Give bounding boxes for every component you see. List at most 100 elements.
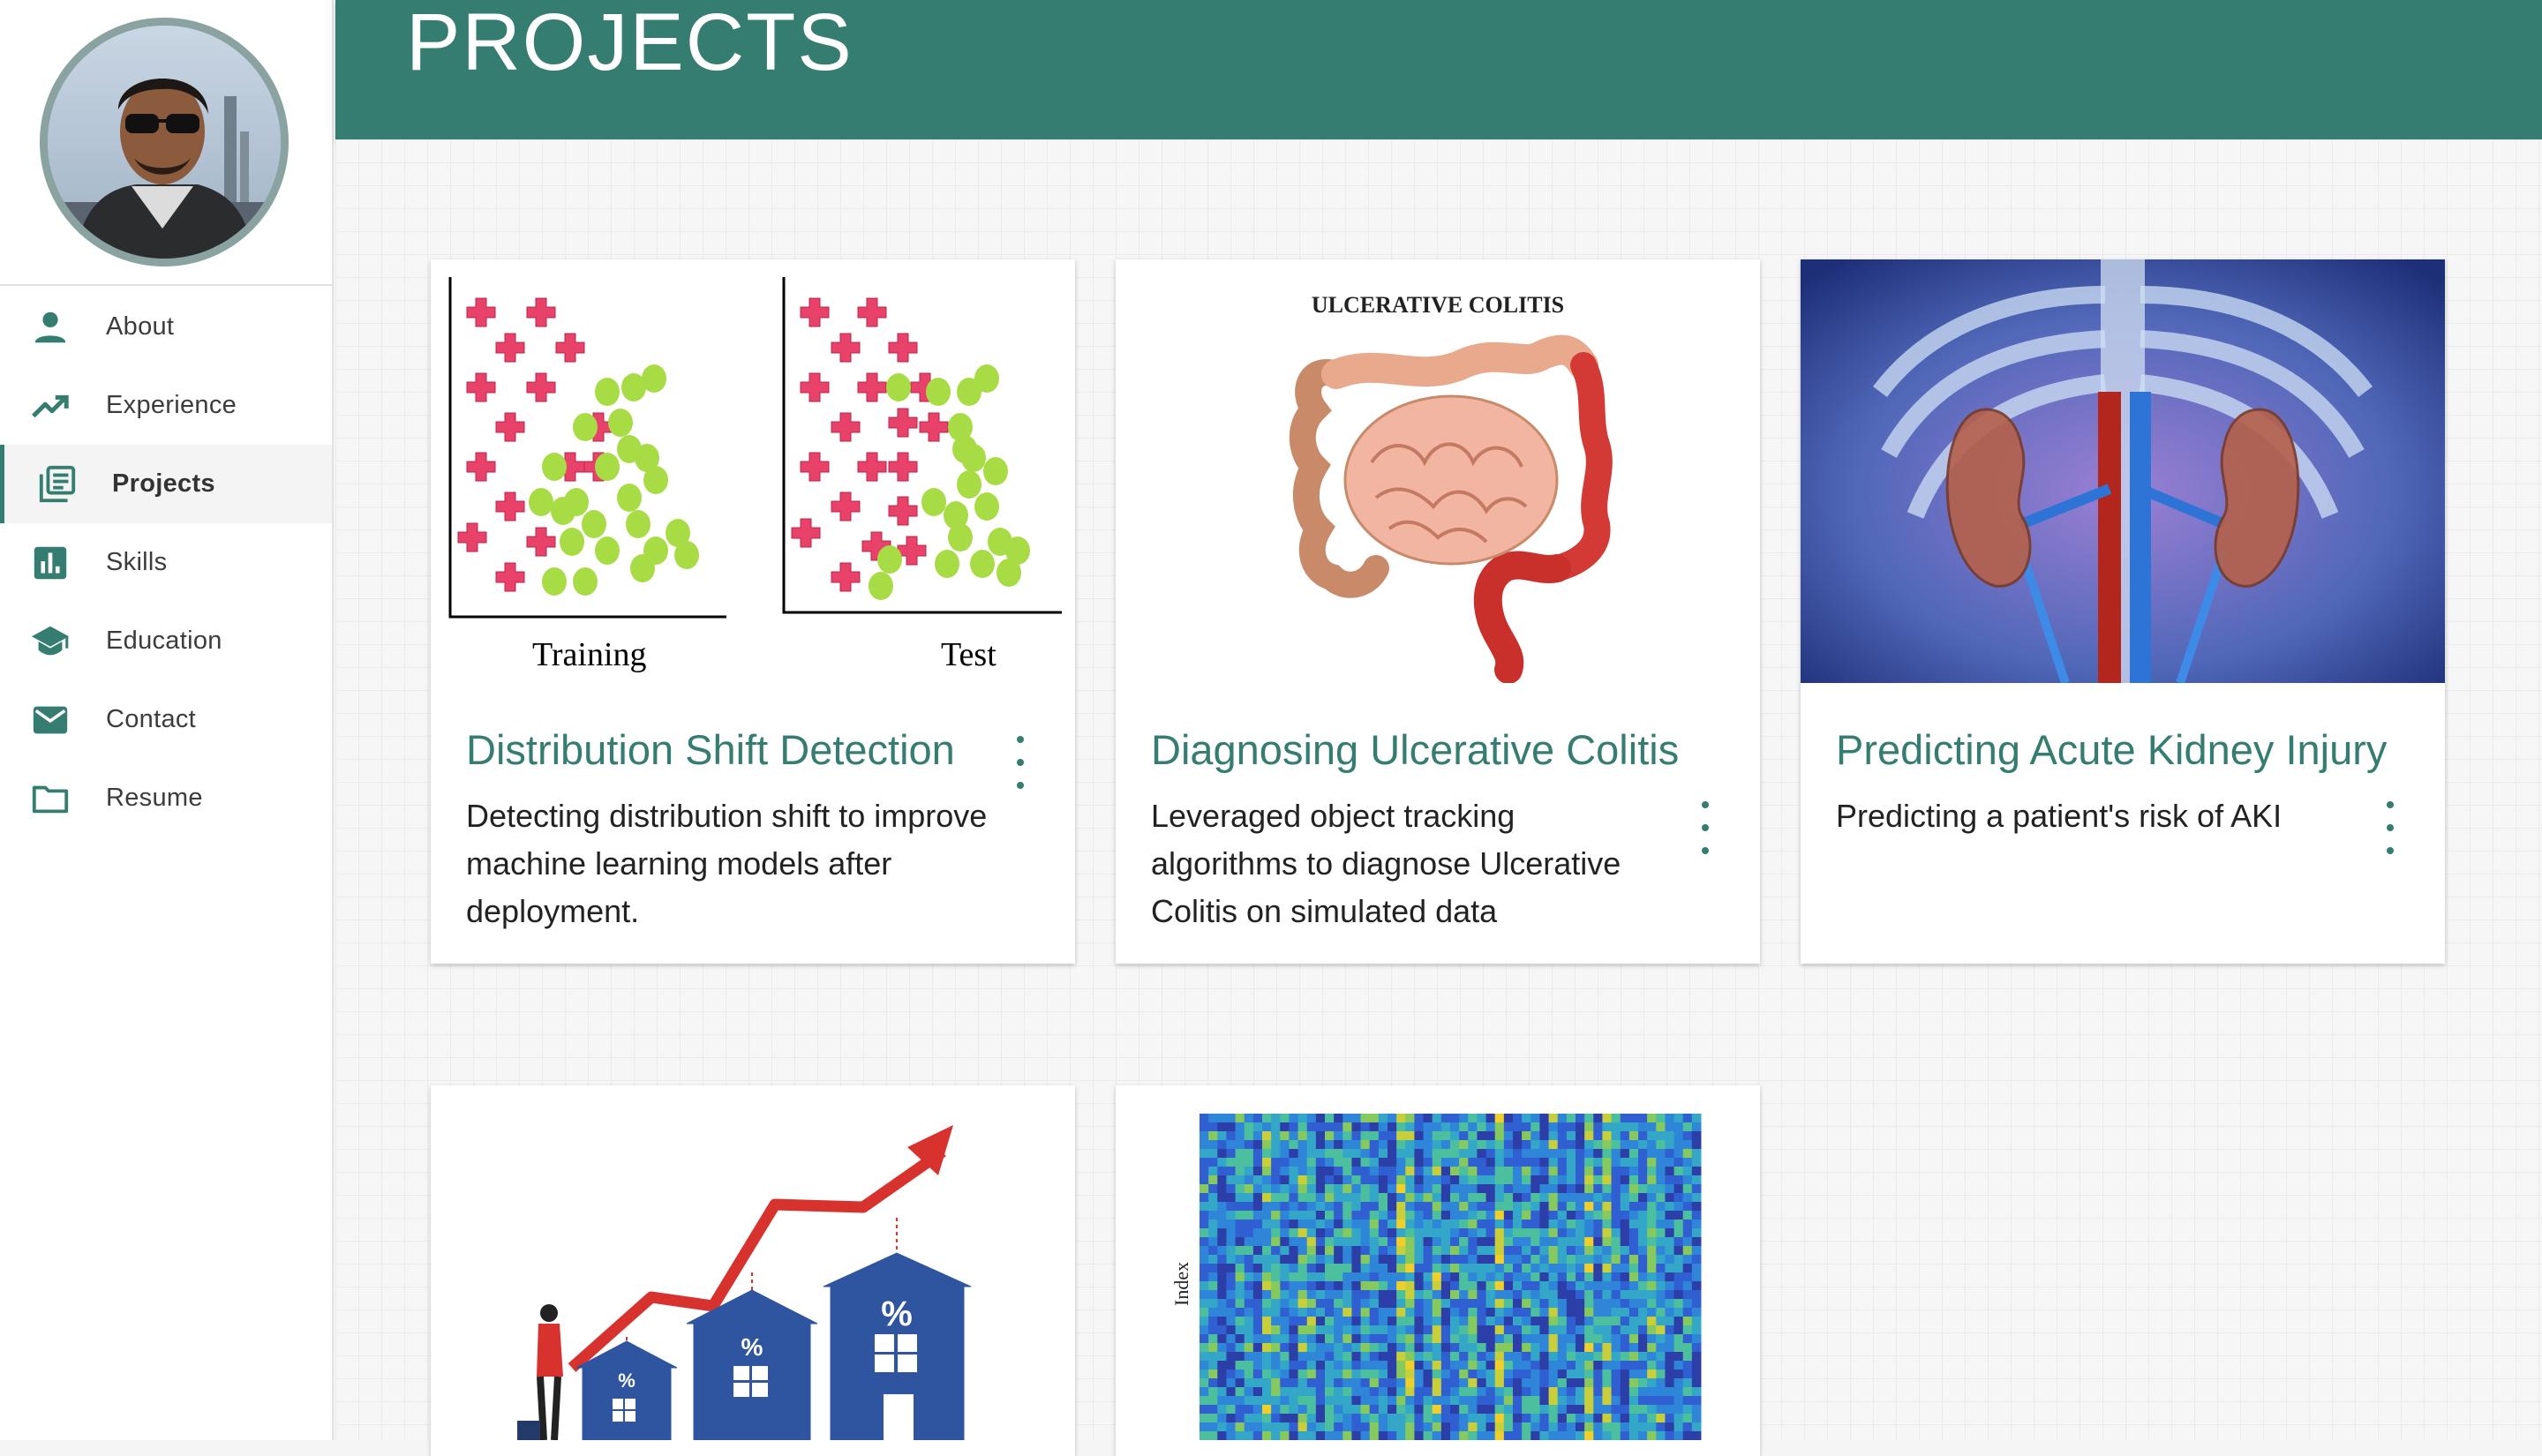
sidebar-item-projects[interactable]: Projects	[0, 445, 332, 523]
heatmap-cell	[1271, 1184, 1281, 1194]
heatmap-cell	[1405, 1378, 1415, 1388]
heatmap-cell	[1557, 1175, 1568, 1185]
project-title[interactable]: Distribution Shift Detection	[466, 725, 955, 774]
project-title[interactable]: Predicting Acute Kidney Injury	[1836, 725, 2387, 774]
heatmap-cell	[1485, 1370, 1496, 1379]
heatmap-cell	[1414, 1317, 1425, 1326]
heatmap-cell	[1682, 1422, 1693, 1432]
heatmap-cell	[1620, 1431, 1630, 1440]
heatmap-cell	[1280, 1272, 1290, 1282]
heatmap-cell	[1576, 1122, 1585, 1132]
project-card-heatmap[interactable]: Index	[1116, 1085, 1760, 1456]
heatmap-cell	[1691, 1167, 1702, 1176]
heatmap-cell	[1647, 1405, 1657, 1415]
heatmap-cell	[1226, 1202, 1237, 1212]
heatmap-cell	[1200, 1140, 1209, 1150]
heatmap-cell	[1602, 1228, 1613, 1238]
heatmap-cell	[1494, 1255, 1505, 1265]
more-vert-icon[interactable]	[1013, 736, 1027, 789]
sidebar-item-skills[interactable]: Skills	[0, 523, 332, 602]
heatmap-cell	[1226, 1193, 1237, 1203]
sidebar-item-experience[interactable]: Experience	[0, 366, 332, 445]
heatmap-cell	[1522, 1202, 1531, 1212]
heatmap-cell	[1244, 1308, 1254, 1317]
heatmap-cell	[1548, 1308, 1559, 1317]
heatmap-cell	[1200, 1281, 1209, 1291]
heatmap-cell	[1280, 1361, 1290, 1370]
heatmap-cell	[1405, 1140, 1415, 1150]
heatmap-cell	[1620, 1405, 1630, 1415]
project-card-distribution-shift[interactable]: Training Test Distribution Shift Detecti…	[431, 259, 1075, 964]
heatmap-cell	[1315, 1396, 1326, 1406]
sidebar-item-contact[interactable]: Contact	[0, 680, 332, 759]
heatmap-cell	[1477, 1378, 1487, 1388]
heatmap-cell	[1611, 1272, 1621, 1282]
heatmap-cell	[1530, 1290, 1540, 1300]
heatmap-cell	[1450, 1255, 1460, 1265]
heatmap-cell	[1530, 1114, 1540, 1123]
heatmap-cell	[1566, 1431, 1576, 1440]
heatmap-cell	[1414, 1255, 1425, 1265]
project-description: Predicting a patient's risk of AKI	[1836, 798, 2283, 834]
heatmap-cell	[1280, 1149, 1290, 1159]
heatmap-cell	[1423, 1325, 1433, 1335]
heatmap-cell	[1315, 1325, 1326, 1335]
heatmap-cell	[1334, 1184, 1343, 1194]
heatmap-cell	[1208, 1264, 1218, 1273]
project-card-housing[interactable]: % % %	[431, 1085, 1075, 1456]
project-title[interactable]: Diagnosing Ulcerative Colitis	[1151, 725, 1679, 774]
heatmap-cell	[1414, 1220, 1425, 1229]
heatmap-cell	[1226, 1114, 1237, 1123]
project-card-acute-kidney-injury[interactable]: Predicting Acute Kidney Injury Predictin…	[1801, 259, 2445, 964]
heatmap-cell	[1440, 1237, 1451, 1247]
heatmap-cell	[1656, 1167, 1666, 1176]
heatmap-cell	[1539, 1370, 1550, 1379]
heatmap-cell	[1360, 1122, 1371, 1132]
heatmap-cell	[1342, 1202, 1352, 1212]
more-vert-icon[interactable]	[2383, 801, 2397, 854]
heatmap-cell	[1503, 1211, 1514, 1220]
sidebar-item-resume[interactable]: Resume	[0, 759, 332, 837]
heatmap-cell	[1280, 1114, 1290, 1123]
heatmap-cell	[1539, 1281, 1550, 1291]
heatmap-cell	[1513, 1370, 1523, 1379]
heatmap-cell	[1351, 1220, 1362, 1229]
heatmap-cell	[1360, 1184, 1371, 1194]
heatmap-cell	[1315, 1149, 1326, 1159]
heatmap-cell	[1289, 1370, 1299, 1379]
heatmap-cell	[1388, 1158, 1397, 1167]
more-vert-icon[interactable]	[1698, 801, 1712, 854]
heatmap-cell	[1208, 1281, 1218, 1291]
heatmap-cell	[1477, 1272, 1487, 1282]
heatmap-cell	[1252, 1405, 1263, 1415]
heatmap-cell	[1665, 1140, 1675, 1150]
heatmap-cell	[1271, 1246, 1281, 1256]
heatmap-cell	[1593, 1370, 1603, 1379]
heatmap-cell	[1611, 1158, 1621, 1167]
heatmap-cell	[1557, 1343, 1568, 1353]
heatmap-cell	[1459, 1211, 1469, 1220]
heatmap-cell	[1691, 1325, 1702, 1335]
heatmap-cell	[1656, 1246, 1666, 1256]
heatmap-cell	[1217, 1202, 1227, 1212]
heatmap-cell	[1485, 1272, 1496, 1282]
sidebar-item-education[interactable]: Education	[0, 602, 332, 680]
project-card-ulcerative-colitis[interactable]: ULCERATIVE COLITIS Diagnosing Ulcerative…	[1116, 259, 1760, 964]
heatmap-cell	[1342, 1193, 1352, 1203]
heatmap-cell	[1226, 1334, 1237, 1344]
sidebar-item-about[interactable]: About	[0, 288, 332, 366]
heatmap-cell	[1477, 1387, 1487, 1397]
heatmap-cell	[1217, 1237, 1227, 1247]
heatmap-cell	[1217, 1184, 1227, 1194]
heatmap-cell	[1620, 1361, 1630, 1370]
heatmap-cell	[1244, 1387, 1254, 1397]
heatmap-cell	[1647, 1184, 1657, 1194]
heatmap-cell	[1691, 1378, 1702, 1388]
heatmap-cell	[1628, 1299, 1639, 1309]
heatmap-cell	[1530, 1422, 1540, 1432]
heatmap-cell	[1673, 1272, 1684, 1282]
heatmap-cell	[1297, 1264, 1308, 1273]
heatmap-cell	[1477, 1405, 1487, 1415]
heatmap-cell	[1226, 1140, 1237, 1150]
heatmap-cell	[1217, 1290, 1227, 1300]
